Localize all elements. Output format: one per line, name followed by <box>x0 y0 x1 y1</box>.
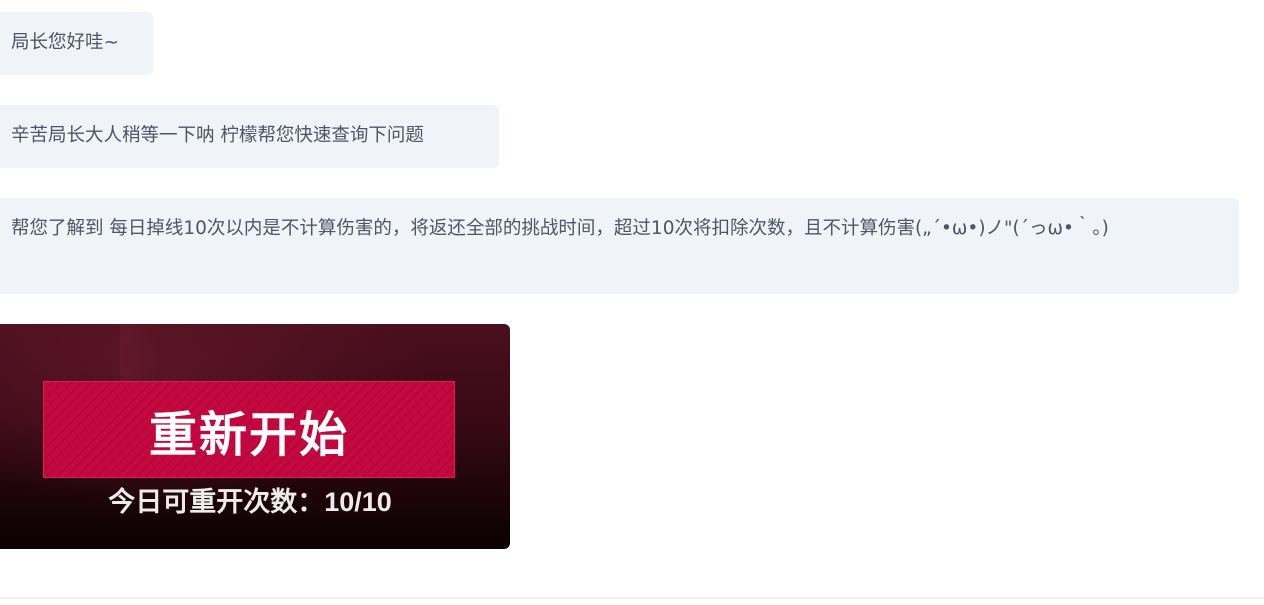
chat-message-bubble: 局长您好哇~ <box>0 12 153 75</box>
restart-count-label: 今日可重开次数：10/10 <box>108 487 392 517</box>
chat-message-bubble: 帮您了解到 每日掉线10次以内是不计算伤害的，将返还全部的挑战时间，超过10次将… <box>0 198 1239 294</box>
chat-message-text: 辛苦局长大人稍等一下呐 柠檬帮您快速查询下问题 <box>11 125 424 146</box>
chat-image-message[interactable]: 重新开始 今日可重开次数：10/10 <box>0 324 510 549</box>
divider <box>0 597 1264 599</box>
chat-message-bubble: 辛苦局长大人稍等一下呐 柠檬帮您快速查询下问题 <box>0 105 499 168</box>
restart-button-label: 重新开始 <box>148 406 349 463</box>
restart-button: 重新开始 <box>43 381 455 478</box>
chat-message-text: 局长您好哇~ <box>11 32 120 53</box>
chat-message-list: 局长您好哇~ 辛苦局长大人稍等一下呐 柠檬帮您快速查询下问题 帮您了解到 每日掉… <box>0 0 1264 605</box>
chat-message-text: 帮您了解到 每日掉线10次以内是不计算伤害的，将返还全部的挑战时间，超过10次将… <box>11 218 1109 239</box>
